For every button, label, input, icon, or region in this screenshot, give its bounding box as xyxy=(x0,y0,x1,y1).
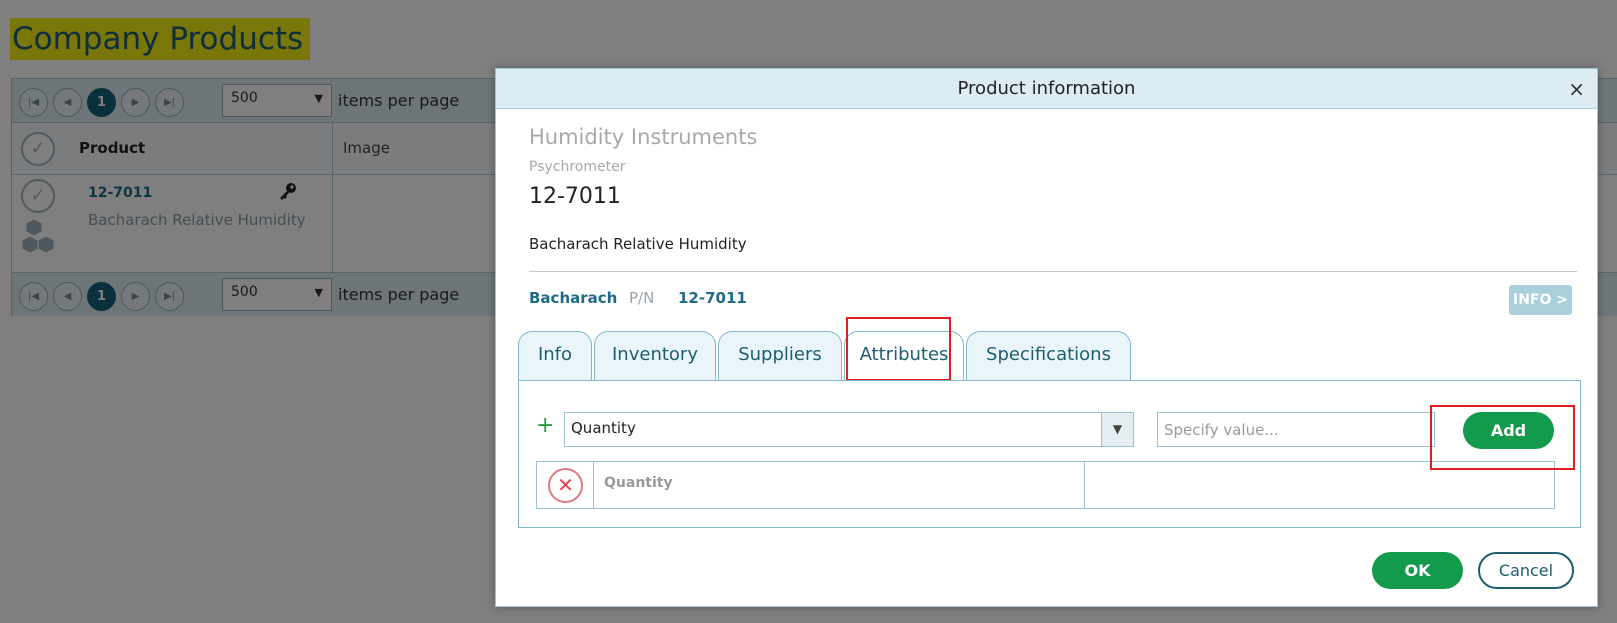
cancel-button[interactable]: Cancel xyxy=(1478,552,1574,589)
dialog-title: Product information xyxy=(957,78,1136,99)
attributes-panel: + Quantity ▼ Add ✕ Quantity xyxy=(518,380,1581,528)
product-code: 12-7011 xyxy=(529,184,621,209)
product-information-dialog: Product information × Humidity Instrumen… xyxy=(495,68,1598,607)
attribute-select-value: Quantity xyxy=(571,419,636,437)
tab-info[interactable]: Info xyxy=(518,331,592,381)
attribute-name-cell: Quantity xyxy=(594,462,1085,508)
dialog-titlebar: Product information × xyxy=(496,69,1597,109)
tab-attributes[interactable]: Attributes xyxy=(844,331,964,381)
attribute-value-input[interactable] xyxy=(1157,412,1435,447)
product-subcategory: Psychrometer xyxy=(529,159,626,175)
add-attribute-button[interactable]: Add xyxy=(1463,412,1554,449)
close-icon[interactable]: × xyxy=(1568,69,1585,109)
tab-specifications[interactable]: Specifications xyxy=(966,331,1131,381)
part-number-label: P/N xyxy=(629,289,655,307)
product-description: Bacharach Relative Humidity xyxy=(529,235,747,253)
product-category: Humidity Instruments xyxy=(529,125,758,149)
plus-icon: + xyxy=(536,413,555,438)
ok-button[interactable]: OK xyxy=(1372,552,1463,589)
divider xyxy=(529,271,1577,272)
info-button[interactable]: INFO > xyxy=(1509,285,1572,315)
delete-attribute-icon[interactable]: ✕ xyxy=(548,468,583,503)
delete-cell: ✕ xyxy=(537,462,594,508)
attribute-value-cell[interactable] xyxy=(1086,462,1554,508)
attribute-name: Quantity xyxy=(604,475,673,491)
tab-suppliers[interactable]: Suppliers xyxy=(718,331,842,381)
tab-inventory[interactable]: Inventory xyxy=(594,331,716,381)
part-number-link[interactable]: 12-7011 xyxy=(678,289,747,307)
attribute-row: ✕ Quantity xyxy=(536,461,1555,509)
chevron-down-icon[interactable]: ▼ xyxy=(1101,413,1133,446)
brand-link[interactable]: Bacharach xyxy=(529,289,617,307)
attribute-select[interactable]: Quantity ▼ xyxy=(564,412,1134,447)
